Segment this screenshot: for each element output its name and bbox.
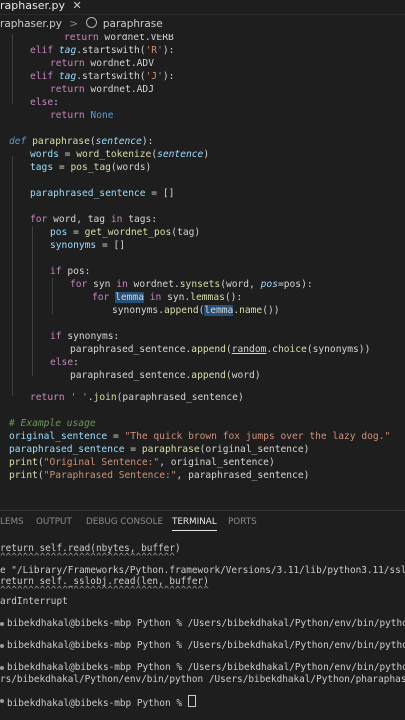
code-line: synonyms = []	[50, 240, 126, 251]
command-decoration-icon[interactable]	[0, 699, 4, 703]
code-line: words = word_tokenize(sentence)	[30, 149, 210, 160]
tab-problems[interactable]: LEMS	[0, 511, 24, 533]
code-line: for lemma in syn.lemmas():	[92, 292, 243, 303]
code-line: for syn in wordnet.synsets(word, pos=pos…	[70, 279, 313, 290]
code-comment: # Example usage	[9, 418, 96, 429]
panel-tab-bar: LEMS OUTPUT DEBUG CONSOLE TERMINAL PORTS	[0, 510, 405, 533]
breadcrumb: raphaser.py > paraphrase	[0, 15, 405, 34]
tab-terminal[interactable]: TERMINAL	[172, 511, 217, 533]
terminal-prompt-line: bibekdhakal@bibeks-mbp Python % /Users/b…	[7, 640, 405, 651]
code-line: original_sentence = "The quick brown fox…	[9, 431, 391, 442]
code-line: return wordnet.VERB	[64, 34, 174, 43]
indent-guide	[12, 156, 13, 396]
code-line: paraphrased_sentence.append(word)	[70, 370, 261, 381]
indent-guide	[52, 278, 53, 314]
code-line: else:	[50, 357, 79, 368]
code-line: return ' '.join(paraphrased_sentence)	[30, 392, 244, 403]
code-line: pos = get_wordnet_pos(tag)	[50, 227, 201, 238]
indent-guide	[12, 34, 13, 104]
code-line: return wordnet.ADJ	[50, 84, 154, 95]
command-decoration-icon[interactable]	[0, 644, 4, 648]
tab-filename: raphaser.py	[0, 0, 65, 12]
code-line: else:	[30, 97, 59, 108]
code-line: elif tag.startswith('J'):	[30, 71, 175, 82]
tab-output[interactable]: OUTPUT	[36, 511, 72, 533]
code-line: def paraphrase(sentence):	[9, 136, 154, 147]
chevron-right-icon: >	[69, 18, 79, 30]
indent-guide	[32, 226, 33, 376]
terminal-line: ^^^^^^^^^^^^^^^^^^^^^^^^^^^^^^^	[0, 552, 175, 563]
code-line: return wordnet.ADV	[50, 58, 154, 69]
code-line: return None	[50, 110, 114, 121]
code-line: for word, tag in tags:	[30, 214, 158, 225]
terminal-line: rs/bibekdhakal/Python/env/bin/python /Us…	[0, 674, 405, 685]
command-decoration-icon[interactable]	[0, 622, 4, 626]
terminal-prompt-line: bibekdhakal@bibeks-mbp Python %	[7, 694, 196, 709]
tab-ports[interactable]: PORTS	[228, 511, 257, 533]
terminal[interactable]: return self.read(nbytes, buffer) ^^^^^^^…	[0, 533, 405, 720]
terminal-prompt-line: bibekdhakal@bibeks-mbp Python % /Users/b…	[7, 618, 405, 629]
tab-debug-console[interactable]: DEBUG CONSOLE	[86, 511, 163, 533]
close-icon[interactable]: ✕	[72, 0, 81, 12]
editor-tab-bar: raphaser.py ✕	[0, 0, 405, 15]
code-line: paraphrased_sentence.append(random.choic…	[70, 344, 371, 355]
code-line: print("Original Sentence:", original_sen…	[9, 457, 275, 468]
code-editor[interactable]: return wordnet.VERB elif tag.startswith(…	[0, 34, 405, 510]
command-decoration-icon[interactable]	[0, 666, 4, 670]
terminal-line: ardInterrupt	[0, 596, 68, 607]
breadcrumb-file[interactable]: raphaser.py	[0, 15, 62, 34]
tab-paraphaser-py[interactable]: raphaser.py ✕	[0, 0, 88, 14]
code-line: if synonyms:	[50, 331, 120, 342]
code-line: print("Paraphrased Sentence:", paraphras…	[9, 470, 310, 481]
code-line: tags = pos_tag(words)	[30, 162, 152, 173]
code-line: if pos:	[50, 266, 91, 277]
code-line: elif tag.startswith('R'):	[30, 45, 175, 56]
code-line: synonyms.append(lemma.name())	[112, 305, 280, 316]
code-line: paraphrased_sentence = paraphrase(origin…	[9, 444, 310, 455]
function-icon	[85, 17, 97, 28]
breadcrumb-symbol[interactable]: paraphrase	[103, 15, 163, 34]
code-line: paraphrased_sentence = []	[30, 188, 175, 199]
terminal-cursor	[187, 695, 196, 707]
